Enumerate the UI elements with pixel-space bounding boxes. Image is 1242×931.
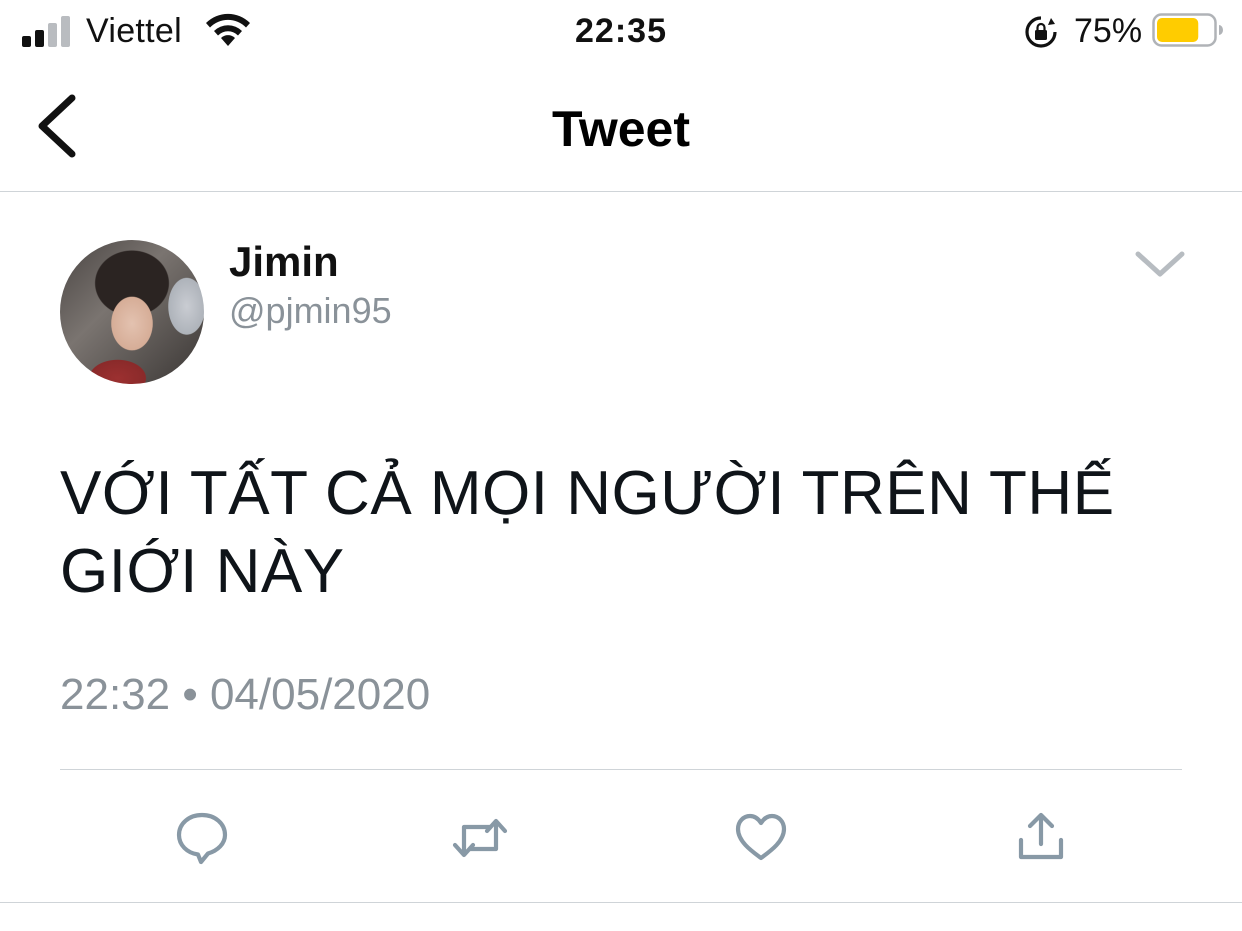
share-button[interactable] — [1013, 810, 1069, 866]
tweet-screen: Viettel 22:35 75% Tweet Jimin @pjmin95 V… — [0, 0, 1242, 931]
rotation-lock-icon — [1025, 16, 1057, 48]
author-name[interactable]: Jimin — [229, 238, 339, 286]
nav-bar: Tweet — [0, 64, 1242, 192]
reply-icon — [176, 812, 228, 865]
share-icon — [1018, 812, 1064, 860]
tweet-timestamp: 22:32 • 04/05/2020 — [60, 670, 431, 719]
tweet-text: VỚI TẤT CẢ MỌI NGƯỜI TRÊN THẾ GIỚI NÀY — [60, 459, 1115, 606]
divider — [60, 769, 1182, 770]
retweet-button[interactable] — [452, 810, 508, 866]
avatar[interactable] — [60, 240, 204, 384]
battery-icon — [1152, 13, 1223, 47]
retweet-icon — [452, 818, 508, 858]
page-title: Tweet — [552, 101, 690, 157]
like-button[interactable] — [733, 810, 789, 866]
heart-icon — [735, 813, 787, 861]
tweet-menu-button[interactable] — [1132, 246, 1188, 282]
divider — [0, 902, 1242, 903]
reply-button[interactable] — [174, 810, 230, 866]
status-bar: Viettel 22:35 75% — [0, 0, 1242, 64]
author-handle[interactable]: @pjmin95 — [229, 290, 392, 332]
battery-percent: 75% — [1074, 12, 1143, 50]
chevron-down-icon — [1135, 251, 1185, 277]
